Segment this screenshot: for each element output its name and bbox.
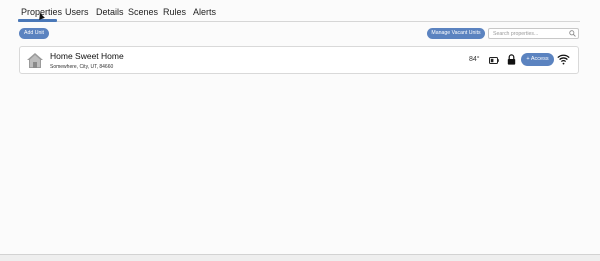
bottom-scrollbar[interactable]: [0, 254, 600, 261]
tab-rules[interactable]: Rules: [163, 7, 186, 17]
battery-icon: [489, 57, 499, 64]
add-unit-button[interactable]: Add Unit: [19, 28, 49, 39]
manage-vacant-units-button[interactable]: Manage Vacant Units: [427, 28, 485, 39]
tab-scenes[interactable]: Scenes: [128, 7, 158, 17]
unit-card[interactable]: Home Sweet Home Somewhere, City, UT, 846…: [19, 46, 579, 74]
tab-details[interactable]: Details: [96, 7, 124, 17]
wifi-icon: [557, 54, 570, 65]
temperature-reading: 84°: [469, 56, 480, 63]
tab-users[interactable]: Users: [65, 7, 89, 17]
unit-address: Somewhere, City, UT, 84660: [50, 64, 114, 70]
tab-bar: Properties Users Details Scenes Rules Al…: [18, 0, 580, 22]
add-access-button[interactable]: + Access: [521, 53, 554, 66]
unit-name[interactable]: Home Sweet Home: [50, 51, 124, 61]
search-icon[interactable]: [569, 30, 576, 37]
house-icon: [27, 53, 43, 68]
search-input[interactable]: [488, 28, 579, 39]
active-tab-indicator: [18, 19, 57, 22]
tab-alerts[interactable]: Alerts: [193, 7, 216, 17]
lock-icon[interactable]: [507, 54, 516, 65]
